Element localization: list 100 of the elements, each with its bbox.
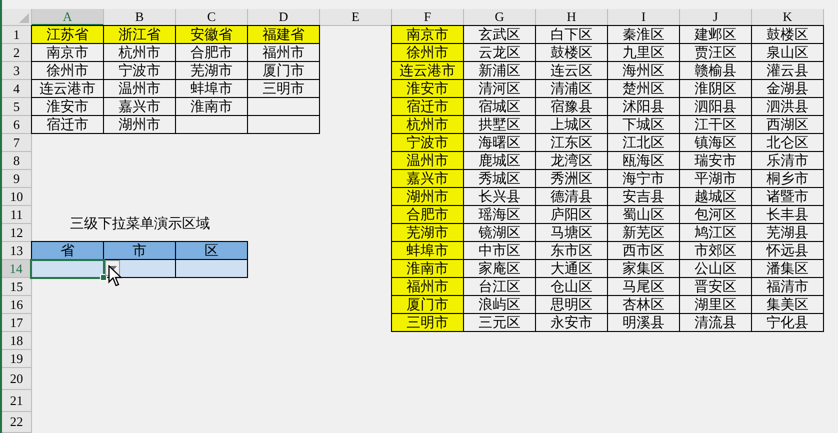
- table-cell: 海曙区: [464, 134, 536, 152]
- table-cell: 海宁市: [608, 170, 680, 188]
- table-cell: 湖州市: [104, 116, 176, 134]
- table-cell: 云龙区: [464, 44, 536, 62]
- row-header[interactable]: 22: [2, 412, 32, 433]
- table-cell: 九里区: [608, 44, 680, 62]
- table-cell: 秀城区: [464, 170, 536, 188]
- row-header[interactable]: 4: [2, 80, 32, 98]
- row-header[interactable]: 6: [2, 116, 32, 134]
- row-header[interactable]: 14: [2, 260, 32, 278]
- table-cell: 市: [104, 241, 176, 260]
- table-cell: 杭州市: [104, 44, 176, 62]
- column-header[interactable]: I: [608, 9, 680, 26]
- table-cell: 海州区: [608, 62, 680, 80]
- table-cell: 福清市: [752, 278, 824, 296]
- table-cell: 淮安市: [31, 98, 104, 116]
- table-cell: 鼓楼区: [752, 25, 824, 44]
- row-header[interactable]: 19: [2, 350, 32, 368]
- row-header[interactable]: 17: [2, 314, 32, 332]
- table-cell: 赣榆县: [680, 62, 752, 80]
- row-header[interactable]: 18: [2, 332, 32, 350]
- table-cell: 温州市: [391, 152, 464, 170]
- fill-handle[interactable]: [100, 274, 107, 281]
- table-cell: 蚌埠市: [391, 242, 464, 260]
- column-header[interactable]: B: [104, 9, 176, 26]
- table-cell: 新浦区: [464, 62, 536, 80]
- table-cell: 永安市: [536, 314, 608, 332]
- column-header[interactable]: C: [176, 9, 248, 26]
- table-cell: 鸠江区: [680, 224, 752, 242]
- table-cell: 宿迁市: [391, 98, 464, 116]
- row-header[interactable]: 7: [2, 134, 32, 152]
- empty-cell: [248, 98, 320, 116]
- table-cell: 诸暨市: [752, 188, 824, 206]
- table-cell: 淮安市: [391, 80, 464, 98]
- table-cell: 嘉兴市: [104, 98, 176, 116]
- table-cell: 合肥市: [391, 206, 464, 224]
- table-cell: 马塘区: [536, 224, 608, 242]
- row-header[interactable]: 21: [2, 390, 32, 412]
- row-header[interactable]: 5: [2, 98, 32, 116]
- table-cell: 上城区: [536, 116, 608, 134]
- row-header[interactable]: 13: [2, 242, 32, 260]
- row-header[interactable]: 15: [2, 278, 32, 296]
- row-header[interactable]: 8: [2, 152, 32, 170]
- table-cell: 安徽省: [176, 25, 248, 44]
- input-cell[interactable]: [176, 260, 248, 278]
- table-cell: 西湖区: [752, 116, 824, 134]
- table-cell: 合肥市: [176, 44, 248, 62]
- table-cell: 拱墅区: [464, 116, 536, 134]
- empty-cell: [176, 116, 248, 134]
- table-cell: 宁波市: [104, 62, 176, 80]
- table-cell: 平湖市: [680, 170, 752, 188]
- table-cell: 镜湖区: [464, 224, 536, 242]
- row-header[interactable]: 16: [2, 296, 32, 314]
- table-cell: 大通区: [536, 260, 608, 278]
- table-cell: 厦门市: [248, 62, 320, 80]
- table-cell: 白下区: [536, 25, 608, 44]
- column-header[interactable]: F: [392, 9, 464, 26]
- table-cell: 福建省: [248, 25, 320, 44]
- table-cell: 江苏省: [31, 25, 104, 44]
- row-header[interactable]: 11: [2, 206, 32, 224]
- table-cell: 乐清市: [752, 152, 824, 170]
- column-header[interactable]: G: [464, 9, 536, 26]
- table-cell: 淮阴区: [680, 80, 752, 98]
- row-header[interactable]: 12: [2, 224, 32, 242]
- column-header[interactable]: A: [32, 9, 104, 26]
- table-cell: 三明市: [248, 80, 320, 98]
- table-cell: 宿城区: [464, 98, 536, 116]
- table-cell: 江东区: [536, 134, 608, 152]
- demo-title: 三级下拉菜单演示区域: [69, 215, 211, 234]
- column-header[interactable]: E: [320, 9, 392, 26]
- table-cell: 秦淮区: [608, 25, 680, 44]
- table-cell: 市郊区: [680, 242, 752, 260]
- row-header[interactable]: 20: [2, 368, 32, 390]
- table-cell: 庐阳区: [536, 206, 608, 224]
- table-cell: 建邺区: [680, 25, 752, 44]
- table-cell: 思明区: [536, 296, 608, 314]
- table-cell: 台江区: [464, 278, 536, 296]
- table-cell: 瑞安市: [680, 152, 752, 170]
- column-header[interactable]: J: [680, 9, 752, 26]
- table-cell: 宁化县: [752, 314, 824, 332]
- table-cell: 包河区: [680, 206, 752, 224]
- table-cell: 怀远县: [752, 242, 824, 260]
- table-cell: 新芜区: [608, 224, 680, 242]
- row-header[interactable]: 9: [2, 170, 32, 188]
- table-cell: 楚州区: [608, 80, 680, 98]
- table-cell: 芜湖市: [391, 224, 464, 242]
- column-header[interactable]: D: [248, 9, 320, 26]
- table-cell: 湖州市: [391, 188, 464, 206]
- table-cell: 鼓楼区: [536, 44, 608, 62]
- table-cell: 浙江省: [104, 25, 176, 44]
- row-header[interactable]: 3: [2, 62, 32, 80]
- table-cell: 鹿城区: [464, 152, 536, 170]
- row-header[interactable]: 1: [2, 26, 32, 44]
- table-cell: 厦门市: [391, 296, 464, 314]
- table-cell: 清流县: [680, 314, 752, 332]
- row-header[interactable]: 2: [2, 44, 32, 62]
- table-cell: 公山区: [680, 260, 752, 278]
- column-header[interactable]: H: [536, 9, 608, 26]
- column-header[interactable]: K: [752, 9, 824, 26]
- row-header[interactable]: 10: [2, 188, 32, 206]
